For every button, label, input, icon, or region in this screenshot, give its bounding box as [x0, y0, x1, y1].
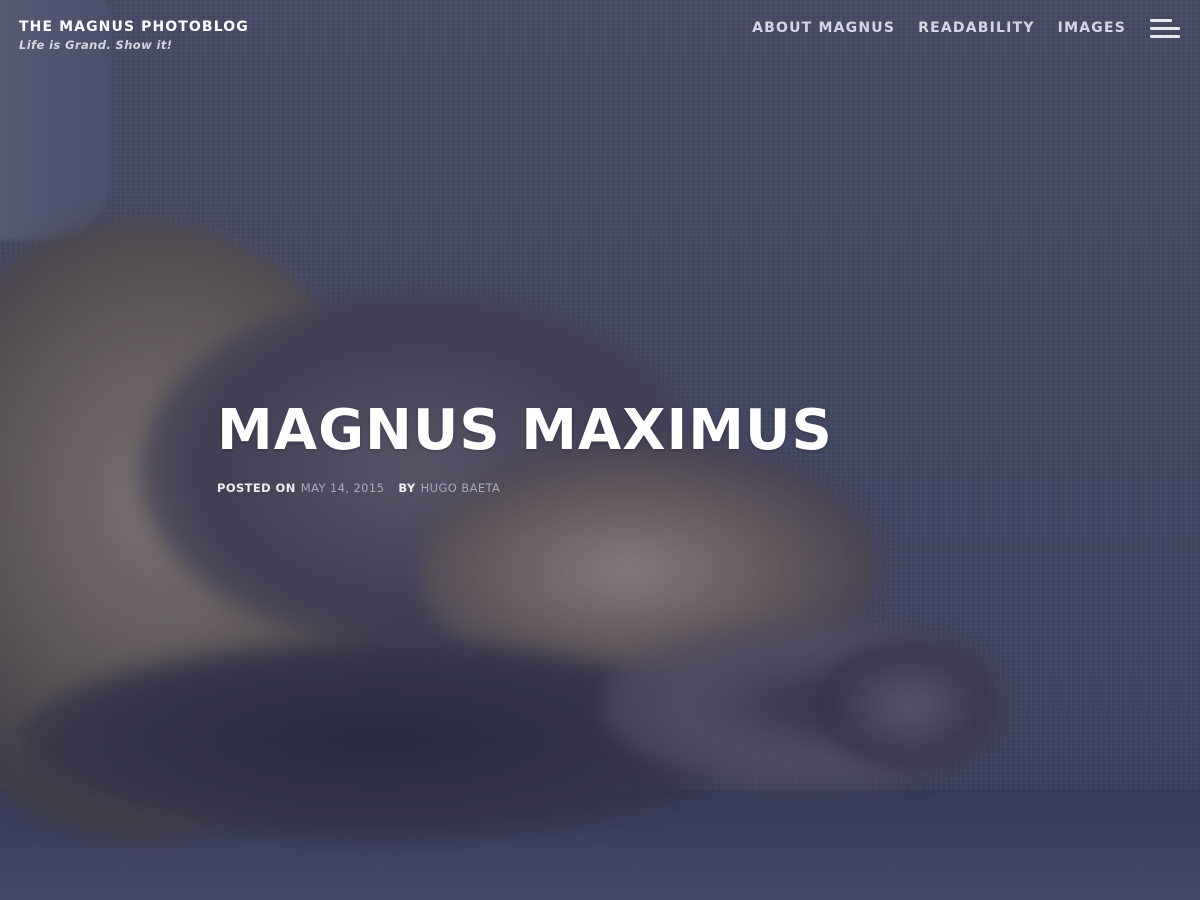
- hamburger-menu-icon[interactable]: [1148, 17, 1182, 41]
- entry-header: MAGNUS MAXIMUS POSTED ON MAY 14, 2015 BY…: [217, 398, 833, 496]
- menu-line: [1150, 27, 1180, 30]
- main-navigation: ABOUT MAGNUS READABILITY IMAGES: [752, 19, 1126, 37]
- post-author-link[interactable]: HUGO BAETA: [421, 480, 501, 496]
- site-header: THE MAGNUS PHOTOBLOG Life is Grand. Show…: [0, 0, 1200, 70]
- menu-line: [1150, 19, 1172, 22]
- post-title[interactable]: MAGNUS MAXIMUS: [217, 398, 833, 464]
- nav-item-images[interactable]: IMAGES: [1058, 19, 1126, 37]
- site-title-link[interactable]: THE MAGNUS PHOTOBLOG: [19, 18, 249, 36]
- site-description: Life is Grand. Show it!: [19, 38, 173, 52]
- post-date-link[interactable]: MAY 14, 2015: [301, 480, 385, 496]
- nav-item-about-magnus[interactable]: ABOUT MAGNUS: [752, 19, 895, 37]
- post-meta: POSTED ON MAY 14, 2015 BY HUGO BAETA: [217, 480, 833, 496]
- by-label: BY: [398, 481, 416, 495]
- nav-item-readability[interactable]: READABILITY: [918, 19, 1035, 37]
- posted-on-label: POSTED ON: [217, 481, 296, 495]
- menu-line: [1150, 35, 1180, 38]
- site-branding: THE MAGNUS PHOTOBLOG Life is Grand. Show…: [19, 18, 249, 53]
